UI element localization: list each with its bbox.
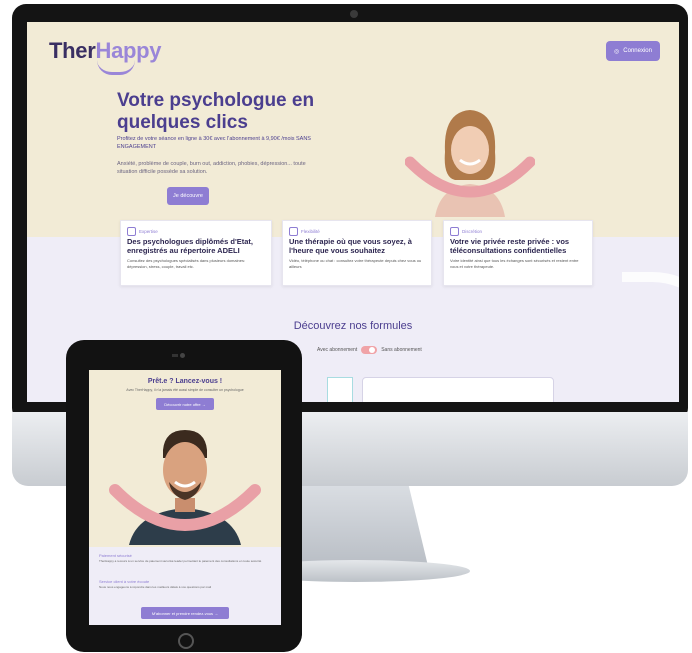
- support-label: Service client à votre écoute: [99, 579, 150, 584]
- tablet-speaker: [172, 354, 178, 357]
- tablet-screen: Prêt.e ? Lancez-vous ! Avec TherHappy, i…: [89, 370, 281, 625]
- plan-card-left[interactable]: [327, 377, 353, 402]
- card-tag: Flexibilité: [289, 227, 320, 236]
- woman-portrait-image: [405, 110, 535, 217]
- hero-title: Votre psychologue en quelques clics: [117, 90, 315, 133]
- card-title: Une thérapie où que vous soyez, à l'heur…: [289, 237, 412, 255]
- tablet-title: Prêt.e ? Lancez-vous !: [147, 378, 223, 385]
- card-desc: Votre identité ainsi que tous les échang…: [450, 258, 579, 269]
- card-desc: Vidéo, téléphone ou chat : consultez vot…: [289, 258, 422, 269]
- card-expertise: Expertise Des psychologues diplômés d'Et…: [120, 220, 272, 286]
- card-desc: Consultez des psychologues spécialisés d…: [127, 258, 246, 269]
- abonner-button[interactable]: M'abonner et prendre rendez-vous →: [141, 607, 229, 619]
- hero-subtitle: Profitez de votre séance en ligne à 30€ …: [117, 136, 311, 150]
- tablet-subtitle: Avec TherHappy, il n'a jamais été aussi …: [126, 388, 244, 392]
- decouvre-button[interactable]: Je découvre: [167, 187, 209, 205]
- user-icon: ◎: [614, 48, 620, 55]
- support-item: Service client à votre écoute Nous nous …: [99, 579, 271, 589]
- clock-icon: [289, 227, 298, 236]
- toggle-right-label: Sans abonnement: [381, 347, 422, 353]
- payment-item: Paiement sécurisé TherHappy a recours à …: [99, 553, 271, 563]
- subscription-toggle-row: Avec abonnement Sans abonnement: [317, 346, 422, 354]
- man-portrait-image: [109, 430, 261, 545]
- decouvrir-offre-button[interactable]: Découvrir notre offre →: [156, 398, 214, 410]
- connexion-button[interactable]: ◎ Connexion: [606, 41, 660, 61]
- decorative-arc: [622, 272, 679, 402]
- card-tag: Expertise: [127, 227, 158, 236]
- hero-text: Anxiété, problème de couple, burn out, a…: [117, 161, 306, 175]
- badge-icon: [127, 227, 136, 236]
- card-tag: Discrétion: [450, 227, 482, 236]
- home-button[interactable]: [178, 633, 194, 649]
- tablet-camera-icon: [180, 353, 185, 358]
- card-tag-label: Flexibilité: [301, 229, 320, 234]
- support-desc: Nous nous engageons à répondre dans les …: [99, 585, 212, 589]
- payment-desc: TherHappy a recours à un service de paie…: [99, 559, 262, 563]
- logo-smile-icon: [97, 60, 135, 75]
- logo-text-dark: Ther: [49, 38, 96, 63]
- plan-card-right[interactable]: [362, 377, 554, 402]
- connexion-label: Connexion: [623, 48, 652, 54]
- card-title: Votre vie privée reste privée : vos télé…: [450, 237, 570, 255]
- lock-icon: [450, 227, 459, 236]
- formules-title: Découvrez nos formules: [293, 320, 413, 332]
- toggle-left-label: Avec abonnement: [317, 347, 358, 353]
- webcam-icon: [350, 10, 358, 18]
- subscription-toggle[interactable]: [361, 346, 378, 354]
- card-title: Des psychologues diplômés d'Etat, enregi…: [127, 237, 253, 255]
- card-discretion: Discrétion Votre vie privée reste privée…: [443, 220, 593, 286]
- card-tag-label: Expertise: [139, 229, 158, 234]
- card-tag-label: Discrétion: [462, 229, 483, 234]
- payment-label: Paiement sécurisé: [99, 553, 132, 558]
- card-flexibilite: Flexibilité Une thérapie où que vous soy…: [282, 220, 432, 286]
